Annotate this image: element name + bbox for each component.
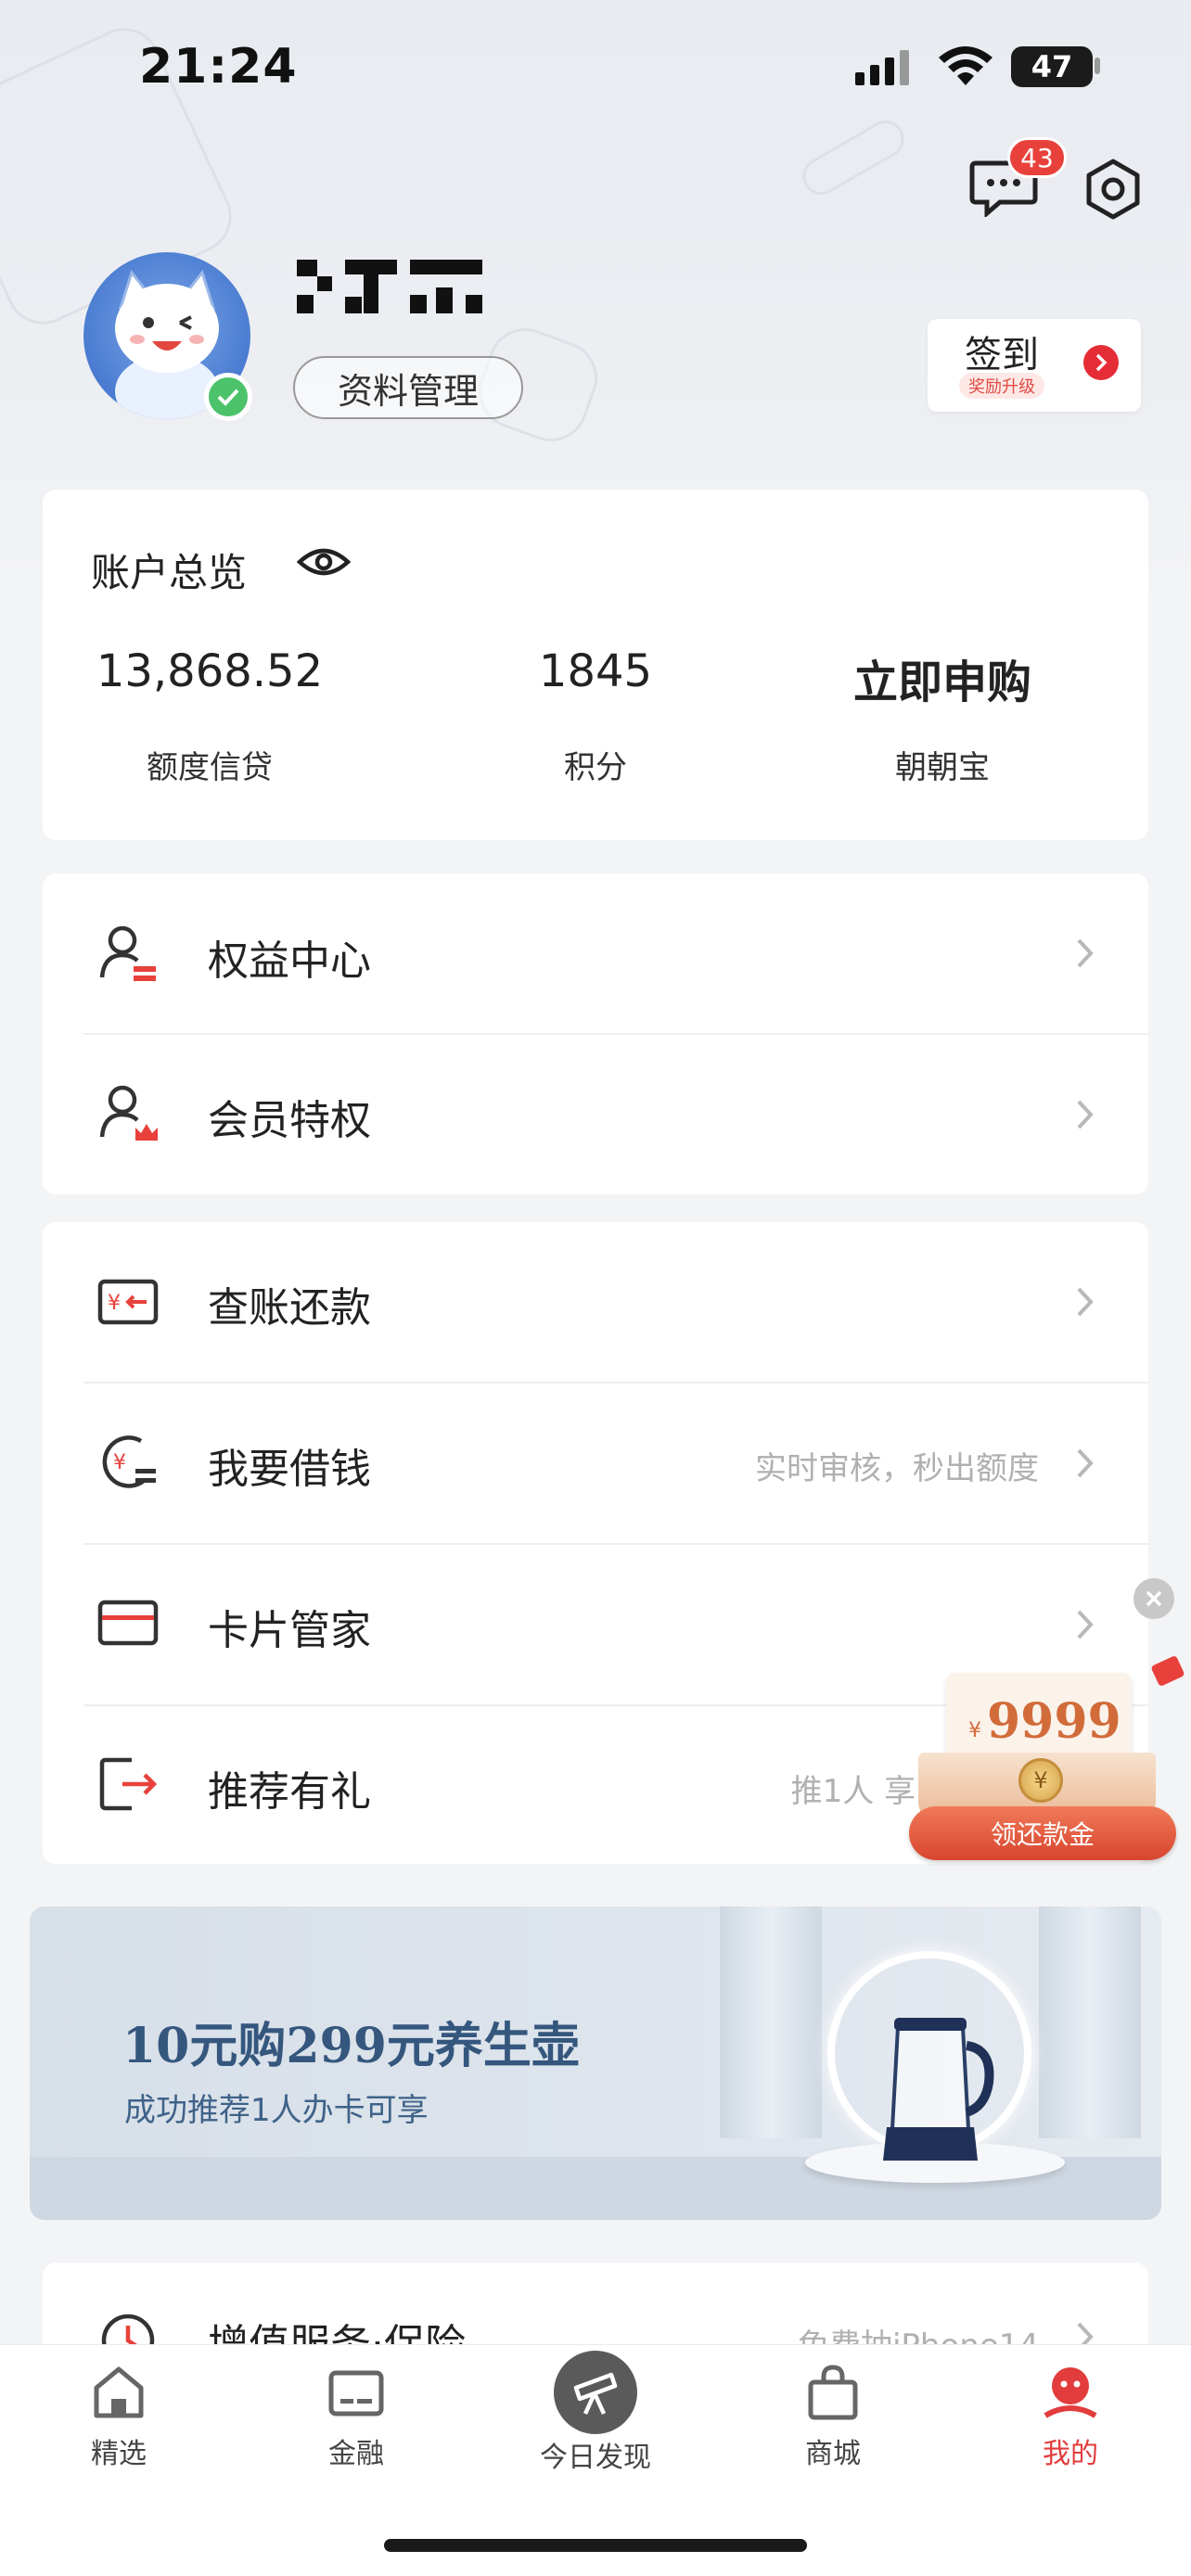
list-row-benefits-center[interactable]: 权益中心: [43, 874, 1148, 1033]
credit-amount-label: 额度信贷: [147, 749, 273, 786]
chevron-right-icon: [1083, 345, 1119, 380]
chevron-right-icon: [1077, 1100, 1094, 1129]
finance-card-icon: [328, 2370, 384, 2417]
tab-label: 我的: [1043, 2438, 1098, 2470]
coin-icon: ¥: [1018, 1758, 1063, 1803]
tab-label: 商城: [805, 2438, 861, 2470]
list-row-bill-repay[interactable]: ¥ 查账还款: [43, 1222, 1148, 1382]
wifi-icon: [939, 46, 992, 85]
referral-icon: [99, 1757, 158, 1811]
close-icon[interactable]: [1133, 1578, 1174, 1619]
repayment-bonus-promo[interactable]: ¥ 9999 ¥ 领还款金: [909, 1654, 1187, 1864]
row-title: 卡片管家: [208, 1607, 371, 1654]
banner-title: 10元购299元养生壶: [122, 2018, 580, 2074]
row-title: 查账还款: [208, 1284, 371, 1332]
svg-text:¥: ¥: [108, 1292, 121, 1315]
tab-mall[interactable]: 商城: [749, 2364, 916, 2471]
row-title: 会员特权: [208, 1097, 371, 1144]
row-title: 权益中心: [208, 937, 371, 985]
list-row-borrow-money[interactable]: ¥ 我要借钱 实时审核，秒出额度: [43, 1384, 1148, 1543]
row-title: 推荐有礼: [208, 1768, 371, 1816]
checkin-title: 签到: [965, 334, 1039, 376]
benefits-card: 权益中心 会员特权: [43, 874, 1148, 1194]
credit-amount-value[interactable]: 13,868.52: [43, 645, 377, 697]
tab-finance[interactable]: 金融: [273, 2364, 440, 2471]
home-indicator[interactable]: [384, 2539, 807, 2552]
benefits-icon: [99, 925, 156, 981]
claim-repayment-bonus-button[interactable]: 领还款金: [909, 1806, 1176, 1860]
red-envelope-icon: [1150, 1654, 1185, 1688]
points-value[interactable]: 1845: [429, 645, 762, 697]
chevron-right-icon: [1077, 1448, 1094, 1478]
card-icon: [97, 1600, 159, 1646]
tab-label: 精选: [91, 2438, 147, 2470]
checkin-subtitle-badge: 奖励升级: [959, 373, 1044, 399]
kettle-icon: [883, 2018, 994, 2161]
promo-currency: ¥: [968, 1719, 981, 1742]
overview-title: 账户总览: [91, 550, 248, 595]
profile-face-icon: [1044, 2367, 1097, 2418]
zhaozhaobao-label: 朝朝宝: [895, 749, 990, 786]
profile-manage-button[interactable]: 资料管理: [293, 356, 523, 419]
tab-label: 今日发现: [540, 2442, 651, 2474]
account-overview-card: 账户总览 13,868.52 额度信贷 1845 积分 立即申购 朝朝宝: [43, 490, 1148, 840]
cellular-signal-icon: [855, 50, 909, 85]
chevron-right-icon: [1077, 1610, 1094, 1639]
message-count-badge: 43: [1007, 137, 1067, 178]
borrow-money-icon: ¥: [102, 1435, 156, 1488]
promo-amount: 9999: [987, 1693, 1121, 1750]
chevron-right-icon: [1077, 938, 1094, 968]
checkin-button[interactable]: 签到 奖励升级: [928, 319, 1141, 412]
masked-username: [297, 260, 482, 313]
tab-featured[interactable]: 精选: [35, 2364, 202, 2471]
telescope-icon: [554, 2351, 637, 2434]
status-time: 21:24: [139, 39, 298, 95]
tab-label: 金融: [328, 2438, 384, 2470]
subscribe-now-value[interactable]: 立即申购: [775, 645, 1109, 710]
list-row-member-privileges[interactable]: 会员特权: [43, 1035, 1148, 1194]
svg-text:¥: ¥: [113, 1451, 126, 1474]
member-crown-icon: [99, 1085, 158, 1141]
bill-repay-icon: ¥: [97, 1279, 159, 1325]
home-icon: [94, 2366, 144, 2418]
verified-check-icon: [204, 373, 252, 421]
decorative-pillar: [720, 1906, 822, 2138]
tab-discover[interactable]: 今日发现: [512, 2351, 679, 2475]
kettle-promo-banner[interactable]: 10元购299元养生壶 成功推荐1人办卡可享: [30, 1906, 1161, 2220]
settings-gear-icon[interactable]: [1082, 158, 1145, 221]
eye-icon[interactable]: [297, 543, 351, 580]
points-label: 积分: [564, 749, 627, 786]
shopping-bag-icon: [808, 2365, 858, 2420]
decorative-pillar: [1039, 1906, 1141, 2138]
battery-icon: 47: [1011, 46, 1093, 87]
battery-tip: [1095, 57, 1100, 74]
row-title: 我要借钱: [208, 1446, 371, 1493]
row-subtitle: 实时审核，秒出额度: [755, 1450, 1039, 1487]
tab-mine[interactable]: 我的: [987, 2364, 1154, 2471]
chevron-right-icon: [1077, 1287, 1094, 1317]
banner-subtitle: 成功推荐1人办卡可享: [124, 2092, 429, 2129]
